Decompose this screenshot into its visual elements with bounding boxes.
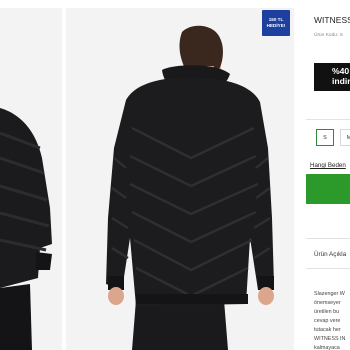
jacket-side-view-photo <box>0 108 52 350</box>
divider <box>306 238 350 239</box>
tab-product-description[interactable]: Ürün Açıkla <box>314 251 346 258</box>
product-title: WITNESS <box>314 15 350 25</box>
gallery-image-main[interactable]: 150 TL HEDİYE! <box>66 8 294 350</box>
divider <box>306 268 350 269</box>
gift-badge-line2: HEDİYE! <box>266 23 286 28</box>
gallery-image-side[interactable] <box>0 8 62 350</box>
jacket-back-view-photo <box>106 25 274 350</box>
description-line: Slazenger W <box>314 291 345 297</box>
discount-badge: %40 indirim <box>314 63 350 91</box>
description-line: WITNESS IN <box>314 336 346 342</box>
size-guide-link[interactable]: Hangi Beden <box>310 162 346 169</box>
description-line: cevap vere <box>314 318 341 324</box>
size-option-m[interactable]: M <box>340 129 350 146</box>
size-option-s[interactable]: S <box>316 129 334 146</box>
description-line: tutacak her <box>314 327 341 333</box>
gift-badge: 150 TL HEDİYE! <box>262 10 290 36</box>
divider <box>306 119 350 120</box>
description-line: üretilen bu <box>314 309 340 315</box>
add-to-cart-button[interactable] <box>306 174 350 204</box>
description-line: kalmayaca <box>314 345 340 350</box>
product-code: Ürün Kodu: S <box>314 33 343 38</box>
product-info: WITNESS Ürün Kodu: S %40 indirim S M Han… <box>306 0 350 350</box>
product-description: Slazenger W önemseyer üretilen bu cevap … <box>314 290 345 350</box>
discount-text: indirim <box>332 75 350 86</box>
description-line: önemseyer <box>314 300 341 306</box>
